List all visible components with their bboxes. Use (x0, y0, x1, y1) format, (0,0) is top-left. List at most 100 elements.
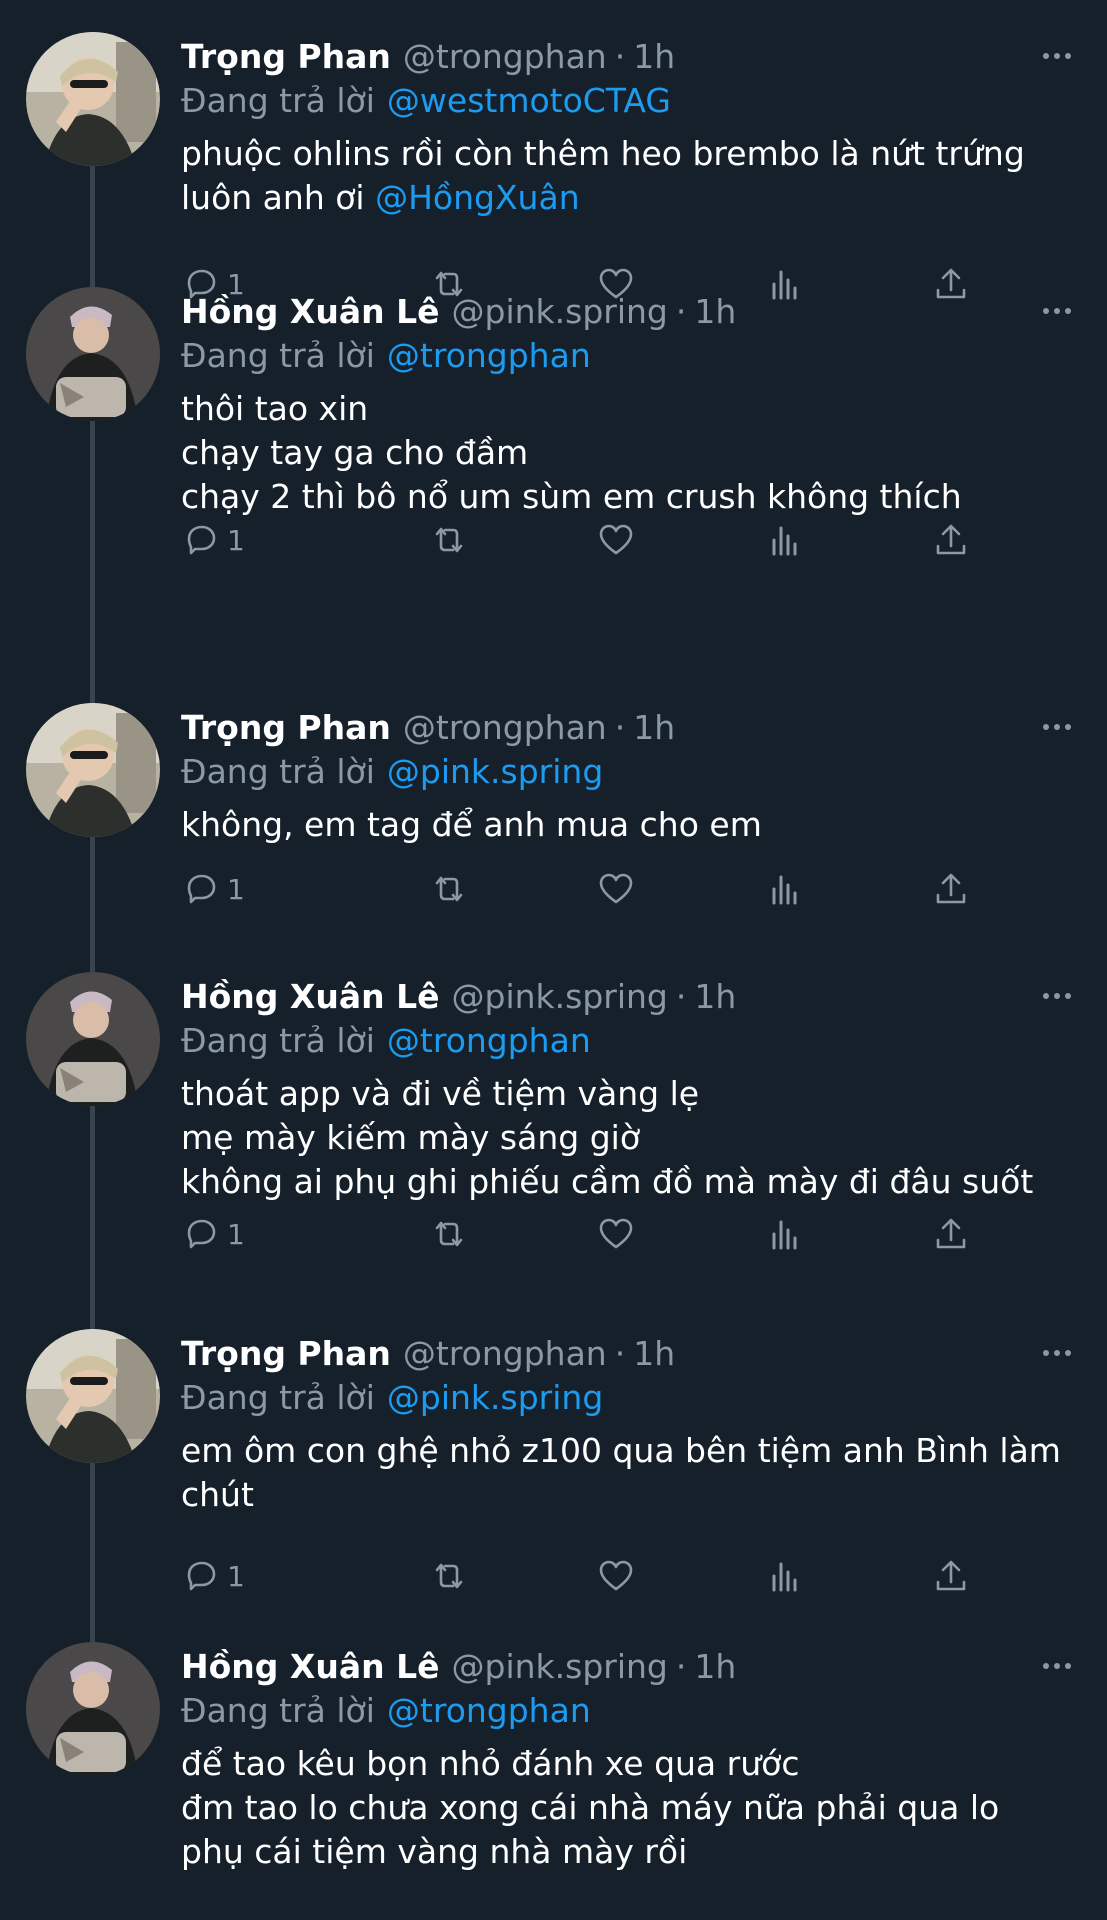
tweet-text-line: không ai phụ ghi phiếu cầm đồ mà mày đi … (181, 1162, 1034, 1201)
retweet-button[interactable] (429, 867, 469, 911)
tweet-text-line: mẹ mày kiếm mày sáng giờ (181, 1118, 641, 1157)
like-button[interactable] (596, 518, 636, 562)
author-handle[interactable]: @trongphan (403, 37, 607, 76)
share-button[interactable] (931, 1212, 971, 1256)
retweet-button[interactable] (429, 1212, 469, 1256)
views-chart-icon (772, 270, 796, 300)
reply-button[interactable]: 1 (181, 518, 301, 562)
tweet-time[interactable]: 1h (633, 708, 675, 747)
avatar-pinkspring-icon[interactable] (26, 972, 160, 1106)
replying-to-label: Đang trả lời (181, 1377, 375, 1417)
tweet-text: phuộc ohlins rồi còn thêm heo brembo là … (181, 132, 1081, 220)
retweet-icon (435, 527, 462, 553)
replying-to: Đang trả lời @trongphan (181, 1686, 591, 1734)
more-options-icon[interactable] (1043, 287, 1071, 335)
retweet-button[interactable] (429, 518, 469, 562)
views-button[interactable] (764, 1212, 804, 1256)
avatar-pinkspring-icon[interactable] (26, 287, 160, 421)
like-button[interactable] (596, 1212, 636, 1256)
reply-button[interactable]: 1 (181, 1554, 301, 1598)
author-handle[interactable]: @pink.spring (452, 292, 668, 331)
separator-dot: · (614, 36, 626, 76)
replying-to-label: Đang trả lời (181, 751, 375, 791)
tweet-actions: 1 (181, 518, 971, 562)
author-name[interactable]: Hồng Xuân Lê (181, 1647, 440, 1686)
tweet-text-line: không, em tag để anh mua cho em (181, 805, 762, 844)
tweet-text-line: em ôm con ghệ nhỏ z100 qua bên tiệm anh … (181, 1431, 1061, 1470)
views-button[interactable] (764, 1554, 804, 1598)
views-button[interactable] (764, 262, 804, 306)
views-button[interactable] (764, 867, 804, 911)
tweet-text: thoát app và đi về tiệm vàng lẹ mẹ mày k… (181, 1072, 1081, 1204)
tweet-time[interactable]: 1h (633, 37, 675, 76)
tweet-text: để tao kêu bọn nhỏ đánh xe qua rước đm t… (181, 1742, 1081, 1874)
reply-icon (187, 874, 216, 904)
tweet-time[interactable]: 1h (694, 1647, 736, 1686)
share-button[interactable] (931, 518, 971, 562)
separator-dot: · (675, 976, 687, 1016)
separator-dot: · (614, 1333, 626, 1373)
more-options-icon[interactable] (1043, 1329, 1071, 1377)
like-button[interactable] (596, 1554, 636, 1598)
like-button[interactable] (596, 867, 636, 911)
share-icon (936, 873, 966, 904)
share-button[interactable] (931, 262, 971, 306)
author-handle[interactable]: @trongphan (403, 708, 607, 747)
author-name[interactable]: Trọng Phan (181, 708, 391, 747)
more-options-icon[interactable] (1043, 972, 1071, 1020)
retweet-icon (435, 876, 462, 902)
reply-button[interactable]: 1 (181, 867, 301, 911)
tweet-header: Trọng Phan @trongphan · 1h (181, 703, 675, 751)
retweet-icon (435, 1563, 462, 1589)
retweet-button[interactable] (429, 1554, 469, 1598)
replying-to-mention[interactable]: @trongphan (387, 1691, 591, 1730)
tweet-actions: 1 (181, 1212, 971, 1256)
replying-to-mention[interactable]: @trongphan (387, 336, 591, 375)
tweet-header: Trọng Phan @trongphan · 1h (181, 1329, 675, 1377)
replying-to-mention[interactable]: @pink.spring (387, 752, 603, 791)
author-name[interactable]: Hồng Xuân Lê (181, 977, 440, 1016)
tweet-text-line: đm tao lo chưa xong cái nhà máy nữa phải… (181, 1788, 1000, 1827)
author-name[interactable]: Hồng Xuân Lê (181, 292, 440, 331)
avatar-trongphan-icon[interactable] (26, 1329, 160, 1463)
more-options-icon[interactable] (1043, 1642, 1071, 1690)
reply-count: 1 (227, 872, 245, 906)
tweet-actions: 1 (181, 867, 971, 911)
tweet-text-line: thôi tao xin (181, 389, 369, 428)
replying-to-mention[interactable]: @trongphan (387, 1021, 591, 1060)
author-handle[interactable]: @pink.spring (452, 977, 668, 1016)
views-chart-icon (772, 875, 796, 905)
author-handle[interactable]: @trongphan (403, 1334, 607, 1373)
separator-dot: · (675, 1646, 687, 1686)
reply-icon (187, 1219, 216, 1249)
tweet-text: không, em tag để anh mua cho em (181, 803, 1081, 847)
share-button[interactable] (931, 867, 971, 911)
views-button[interactable] (764, 518, 804, 562)
views-chart-icon (772, 1562, 796, 1592)
avatar-trongphan-icon[interactable] (26, 703, 160, 837)
replying-to: Đang trả lời @pink.spring (181, 1373, 603, 1421)
reply-count: 1 (227, 1559, 245, 1593)
tweet-time[interactable]: 1h (694, 977, 736, 1016)
replying-to-mention[interactable]: @pink.spring (387, 1378, 603, 1417)
more-options-icon[interactable] (1043, 32, 1071, 80)
author-name[interactable]: Trọng Phan (181, 37, 391, 76)
replying-to-mention[interactable]: @westmotoCTAG (387, 81, 671, 120)
avatar-pinkspring-icon[interactable] (26, 1642, 160, 1776)
heart-icon (599, 524, 633, 555)
tweet-text-line: phụ cái tiệm vàng nhà mày rồi (181, 1832, 688, 1871)
replying-to: Đang trả lời @trongphan (181, 331, 591, 379)
tweet-time[interactable]: 1h (694, 292, 736, 331)
tweet-text-line: để tao kêu bọn nhỏ đánh xe qua rước (181, 1744, 800, 1783)
reply-icon (187, 525, 216, 555)
views-chart-icon (772, 526, 796, 556)
reply-button[interactable]: 1 (181, 1212, 301, 1256)
tweet-text-line: phuộc ohlins rồi còn thêm heo brembo là … (181, 134, 1025, 173)
more-options-icon[interactable] (1043, 703, 1071, 751)
avatar-trongphan-icon[interactable] (26, 32, 160, 166)
tweet-time[interactable]: 1h (633, 1334, 675, 1373)
inline-mention[interactable]: @HồngXuân (375, 178, 580, 217)
author-handle[interactable]: @pink.spring (452, 1647, 668, 1686)
author-name[interactable]: Trọng Phan (181, 1334, 391, 1373)
share-button[interactable] (931, 1554, 971, 1598)
